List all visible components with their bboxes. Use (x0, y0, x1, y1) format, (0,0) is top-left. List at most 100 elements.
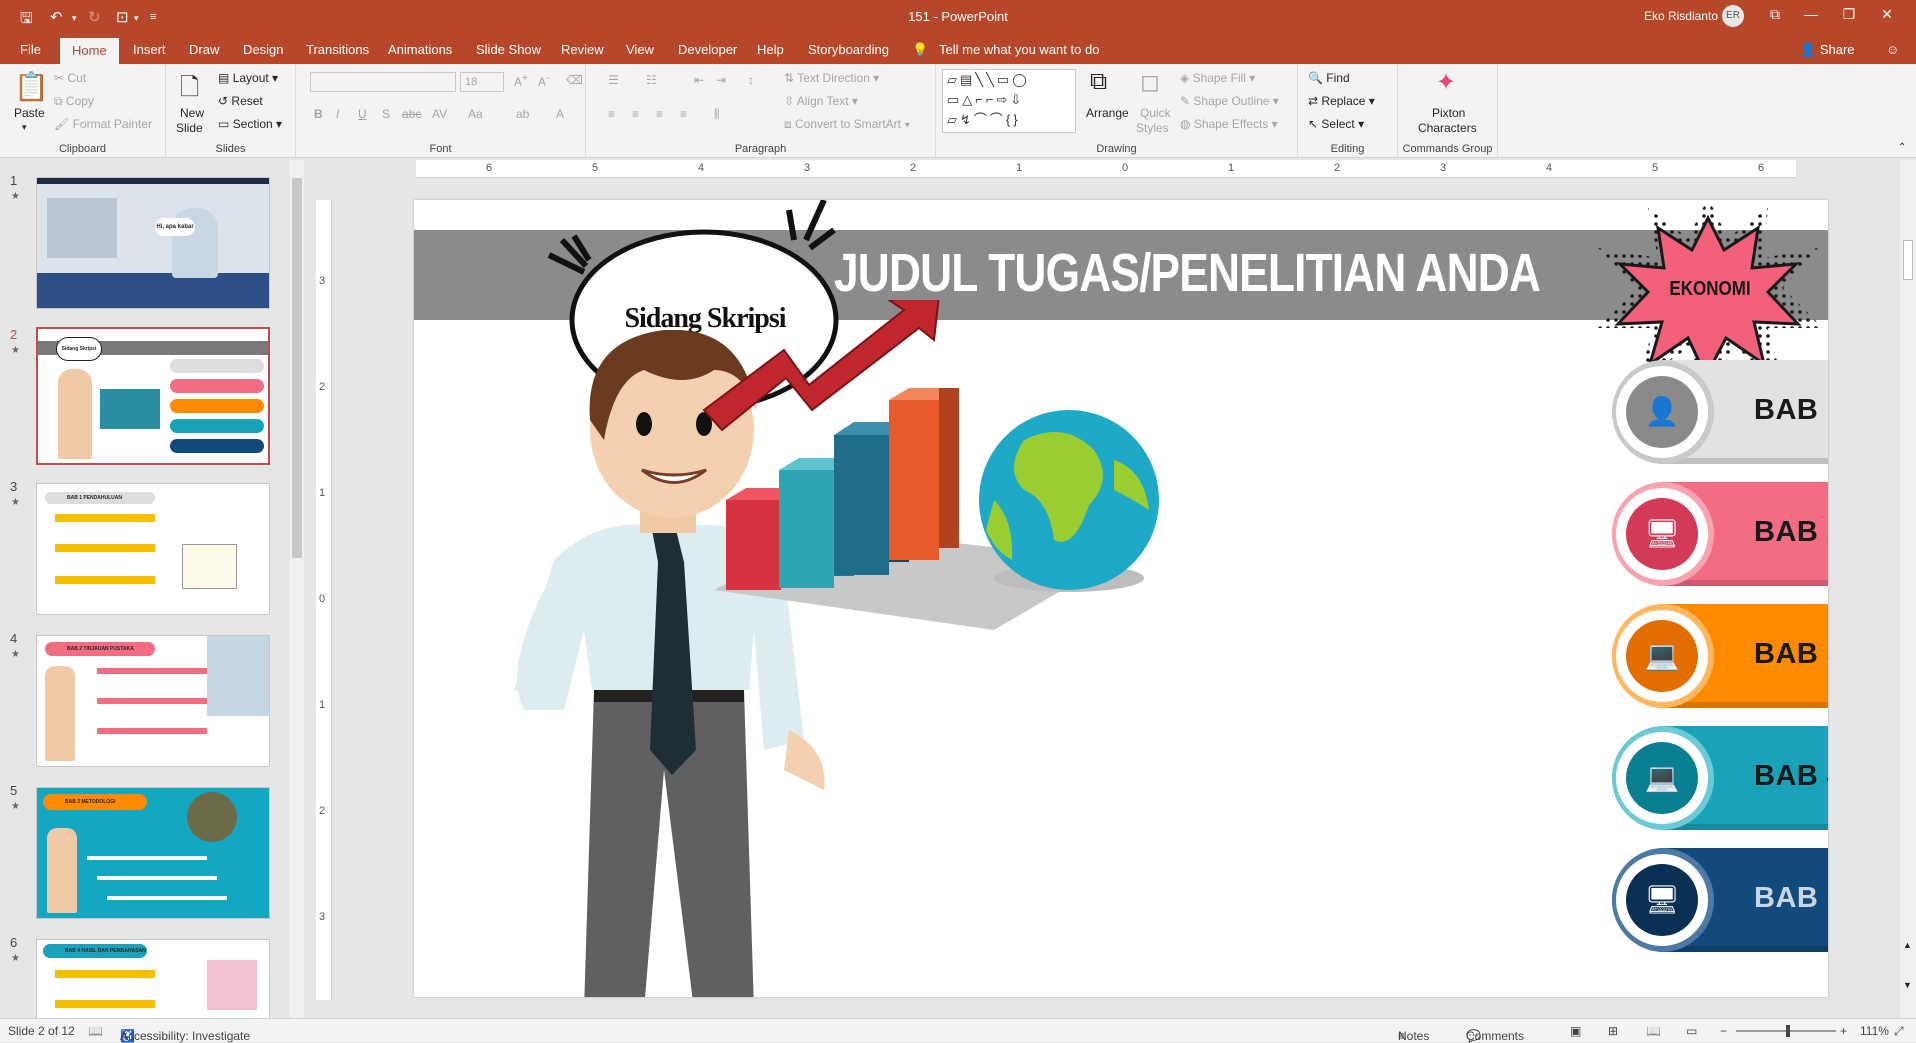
replace-button[interactable]: ⇄ Replace ▾ (1308, 94, 1375, 108)
tab-review[interactable]: Review (561, 42, 604, 57)
paste-icon[interactable]: 📋 (14, 70, 49, 103)
slide-thumbnail-3[interactable]: BAB 1 PENDAHULUAN (36, 483, 270, 615)
tab-view[interactable]: View (626, 42, 654, 57)
search-icon: 🔍 (1308, 71, 1323, 85)
slide-scrollbar[interactable]: ▲ ▼ (1900, 160, 1916, 1018)
spell-check-icon[interactable]: 📖 (88, 1024, 103, 1038)
reset-button[interactable]: ↺ Reset (218, 94, 263, 108)
growth-chart-globe-illustration[interactable] (694, 300, 1214, 720)
zoom-slider-handle[interactable] (1786, 1025, 1790, 1037)
scroll-down-icon[interactable]: ▼ (1903, 980, 1912, 990)
thumb-window (47, 198, 117, 258)
paste-dropdown-icon[interactable]: ▾ (22, 122, 27, 133)
quick-styles-icon: ◻ (1140, 69, 1160, 96)
arrange-icon[interactable]: ⧉ (1090, 68, 1107, 96)
thumb-number: 4 (10, 631, 18, 646)
tab-animations[interactable]: Animations (388, 42, 452, 57)
chapter-pill-3[interactable]: 💻 BAB 3 METODOLOGI (1612, 604, 1828, 708)
find-button[interactable]: 🔍 Find (1308, 71, 1350, 85)
scrollbar-thumb[interactable] (1903, 240, 1913, 280)
drawing-group: ▱▤╲╲▭◯ ▭△⌐⌐⇨⇩ ▱↯⌒⌒{} ⧉ Arrange ◻ Quick Sty… (936, 64, 1298, 158)
tab-storyboarding[interactable]: Storyboarding (808, 42, 889, 57)
tab-help[interactable]: Help (757, 42, 784, 57)
present-dropdown-icon[interactable]: ▾ (134, 13, 139, 24)
ribbon-display-options-icon[interactable]: ⧉ (1760, 6, 1790, 23)
collapse-ribbon-icon[interactable]: ⌃ (1898, 142, 1906, 153)
new-slide-icon[interactable]: 🗋 (180, 70, 199, 111)
undo-icon[interactable]: ↶ (50, 8, 63, 26)
pixton-icon[interactable]: ✦ (1436, 68, 1456, 97)
zoom-level[interactable]: 111% (1860, 1024, 1889, 1038)
customize-toolbar-icon[interactable]: ≡ (150, 11, 156, 23)
tab-transitions[interactable]: Transitions (306, 42, 369, 57)
tab-home[interactable]: Home (60, 38, 119, 64)
present-from-start-icon[interactable]: ⊡ (116, 8, 129, 26)
text-direction-icon: ⇅ (784, 71, 795, 85)
ribbon: 📋 Paste ▾ ✂ Cut ⧉ Copy 🖌 Format Painter … (0, 64, 1916, 158)
chapter-pill-1[interactable]: 👤 BAB 1 PENDAHULUAN (1612, 360, 1828, 464)
tab-slide-show[interactable]: Slide Show (476, 42, 541, 57)
pixton-button-bottom[interactable]: Characters (1418, 121, 1477, 135)
undo-dropdown-icon[interactable]: ▾ (72, 13, 77, 24)
thumb-bar (55, 514, 155, 522)
text-direction-label: Text Direction (797, 71, 870, 85)
fit-slide-icon[interactable]: ⤢ (1894, 1024, 1904, 1039)
pixton-button-top[interactable]: Pixton (1432, 106, 1465, 120)
chapter-pill-2[interactable]: 🖥 BAB 2 TINJAUAN PUSTAKA (1612, 482, 1828, 586)
slide-title[interactable]: JUDUL TUGAS/PENELITIAN ANDA (834, 242, 1541, 304)
tab-developer[interactable]: Developer (678, 42, 737, 57)
close-icon[interactable]: ✕ (1872, 6, 1902, 23)
slide-thumbnail-4[interactable]: BAB 2 TINJAUAN PUSTAKA (36, 635, 270, 767)
chapter-pill-5[interactable]: 🖥 BAB 5 SIMPULAN DAN SARAN (1612, 848, 1828, 952)
minimize-icon[interactable]: — (1796, 6, 1826, 22)
ruler-tick-label: 2 (319, 381, 326, 393)
slide-sorter-icon[interactable]: ⊞ (1608, 1024, 1618, 1038)
tab-file[interactable]: File (20, 42, 41, 57)
section-button[interactable]: ▭ Section ▾ (218, 117, 282, 131)
slide-canvas[interactable]: JUDUL TUGAS/PENELITIAN ANDA EKONOMI Sida… (414, 200, 1828, 997)
slide-thumbnail-6[interactable]: BAB 4 HASIL DAN PEMBAHASAN (36, 939, 270, 1019)
status-bar: Slide 2 of 12 📖 ♿ Accessibility: Investi… (0, 1018, 1916, 1043)
layout-button[interactable]: ▤ Layout ▾ (218, 71, 278, 85)
scrollbar-thumb[interactable] (292, 178, 302, 558)
scroll-up-icon[interactable]: ▲ (1903, 940, 1912, 950)
tab-design[interactable]: Design (243, 42, 283, 57)
slide-counter: Slide 2 of 12 (8, 1024, 75, 1038)
font-size-input[interactable]: 18 (460, 72, 504, 92)
thumbnails-scrollbar[interactable] (290, 160, 304, 1018)
smiley-feedback-icon[interactable]: ☺ (1886, 42, 1899, 57)
slide-thumbnails-pane: 1 ★ Hi, apa kabar 2 ★ Sidang Skripsi 3 ★… (0, 159, 270, 1021)
zoom-out-icon[interactable]: − (1720, 1024, 1727, 1038)
slide-thumbnail-1[interactable]: Hi, apa kabar (36, 177, 270, 309)
reading-view-icon[interactable]: 📖 (1646, 1024, 1661, 1038)
document-title: 151 - PowerPoint (908, 9, 1008, 24)
avatar[interactable]: ER (1722, 5, 1744, 27)
chapter-pill-4[interactable]: 💻 BAB 4 HASIL DAN PEMBAHASAN (1612, 726, 1828, 830)
animation-star-icon: ★ (11, 191, 20, 202)
font-name-input[interactable] (310, 72, 456, 92)
arrange-button[interactable]: Arrange (1086, 106, 1129, 120)
tab-draw[interactable]: Draw (189, 42, 219, 57)
tell-me-search[interactable]: Tell me what you want to do (939, 42, 1099, 57)
paste-button[interactable]: Paste (14, 106, 45, 120)
normal-view-icon[interactable]: ▣ (1570, 1024, 1581, 1038)
slide-thumbnail-2[interactable]: Sidang Skripsi (36, 327, 270, 465)
ruler-tick-label: 0 (319, 593, 326, 605)
commands-group: ✦ Pixton Characters Commands Group (1398, 64, 1498, 158)
ruler-tick-label: 3 (319, 911, 326, 923)
slideshow-view-icon[interactable]: ▭ (1686, 1024, 1697, 1038)
tab-insert[interactable]: Insert (133, 42, 166, 57)
thumb-pill (170, 419, 264, 433)
user-name[interactable]: Eko Risdianto (1644, 9, 1718, 23)
zoom-in-icon[interactable]: + (1840, 1024, 1847, 1038)
restore-icon[interactable]: ❐ (1834, 6, 1864, 23)
save-icon[interactable]: 🖫 (20, 8, 33, 33)
share-button[interactable]: 👤 Share (1800, 42, 1855, 58)
new-slide-button-top[interactable]: New (180, 106, 204, 120)
select-button[interactable]: ↖ Select ▾ (1308, 117, 1364, 131)
shapes-gallery[interactable]: ▱▤╲╲▭◯ ▭△⌐⌐⇨⇩ ▱↯⌒⌒{} (942, 69, 1076, 133)
thumb-bar (55, 1000, 155, 1008)
new-slide-button-bottom[interactable]: Slide (176, 121, 203, 135)
slide-thumbnail-5[interactable]: BAB 3 METODOLOGI (36, 787, 270, 919)
align-text-icon: ⇳ (784, 94, 795, 108)
